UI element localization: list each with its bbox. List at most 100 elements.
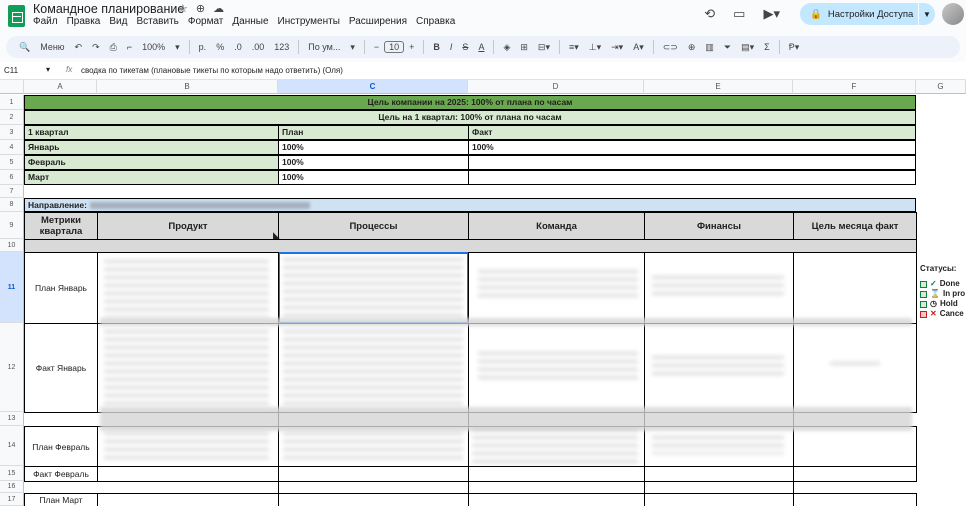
row-header[interactable]: 2 <box>0 110 24 125</box>
row-header[interactable]: 9 <box>0 212 24 239</box>
fact-feb-row[interactable] <box>97 466 917 482</box>
checkbox-icon[interactable] <box>920 280 927 288</box>
column-header-e[interactable]: E <box>644 80 793 94</box>
row-header[interactable]: 15 <box>0 466 24 481</box>
text-wrap-icon[interactable]: ⇥▾ <box>606 42 628 53</box>
redo-icon[interactable]: ↷ <box>87 42 105 53</box>
goal-year-cell[interactable]: Цель компании на 2025: 100% от плана по … <box>24 95 916 110</box>
text-rotation-icon[interactable]: A▾ <box>628 42 649 53</box>
row-label-plan-feb[interactable]: План Февраль <box>24 426 98 467</box>
chevron-down-icon[interactable]: ▾ <box>170 42 185 53</box>
zoom-select[interactable]: 100% <box>137 42 170 52</box>
select-all-corner[interactable] <box>0 80 24 94</box>
plan-mar-row[interactable] <box>97 493 917 506</box>
menu-edit[interactable]: Правка <box>67 16 101 27</box>
row-header[interactable]: 7 <box>0 185 24 198</box>
header-month-goal[interactable]: Цель месяца факт <box>793 212 917 240</box>
header-processes[interactable]: Процессы <box>278 212 469 240</box>
move-icon[interactable]: ⊕ <box>196 3 205 15</box>
month-name-cell[interactable]: Январь <box>24 140 279 155</box>
avatar[interactable] <box>942 3 964 25</box>
row-header[interactable]: 4 <box>0 140 24 155</box>
font-size-input[interactable]: 10 <box>384 41 405 53</box>
number-format-button[interactable]: 123 <box>269 42 294 52</box>
cloud-icon[interactable]: ☁ <box>213 3 224 15</box>
month-plan-cell[interactable]: 100% <box>278 155 469 170</box>
month-name-cell[interactable]: Март <box>24 170 279 185</box>
print-icon[interactable]: ⎙ <box>105 42 122 53</box>
month-fact-cell[interactable]: 100% <box>468 140 916 155</box>
document-title[interactable]: Командное планирование <box>33 2 184 16</box>
chevron-down-icon[interactable]: ▾ <box>345 42 360 53</box>
column-header-c[interactable]: C <box>278 80 468 94</box>
comment-icon[interactable]: ▭ <box>733 6 745 22</box>
row-header[interactable]: 5 <box>0 155 24 170</box>
italic-icon[interactable]: I <box>445 42 458 52</box>
header-spacer-row[interactable] <box>24 239 917 253</box>
functions-icon[interactable]: Σ <box>759 42 775 52</box>
filter-views-icon[interactable]: ▤▾ <box>736 42 759 53</box>
search-icon[interactable]: 🔍 <box>14 42 35 53</box>
sheets-logo-icon[interactable] <box>8 5 25 27</box>
checkbox-icon[interactable] <box>920 300 927 308</box>
menu-tools[interactable]: Инструменты <box>278 16 340 27</box>
checkbox-icon[interactable] <box>920 310 927 318</box>
star-icon[interactable]: ☆ <box>178 3 188 15</box>
menu-data[interactable]: Данные <box>232 16 268 27</box>
font-size-increase-icon[interactable]: + <box>404 42 419 52</box>
column-header-g[interactable]: G <box>916 80 966 94</box>
column-header-d[interactable]: D <box>468 80 644 94</box>
row-header[interactable]: 12 <box>0 323 24 412</box>
month-plan-cell[interactable]: 100% <box>278 170 469 185</box>
month-fact-cell[interactable] <box>468 170 916 185</box>
bold-icon[interactable]: B <box>428 42 445 52</box>
horizontal-align-icon[interactable]: ≡▾ <box>564 42 584 53</box>
row-header[interactable]: 10 <box>0 239 24 252</box>
filter-icon[interactable]: ⏷ <box>719 42 736 53</box>
paint-format-icon[interactable]: ⌐ <box>122 42 137 52</box>
menu-format[interactable]: Формат <box>188 16 224 27</box>
increase-decimal-button[interactable]: .00 <box>247 42 270 52</box>
percent-button[interactable]: % <box>211 42 229 52</box>
font-select[interactable]: По ум... <box>303 42 345 52</box>
menu-help[interactable]: Справка <box>416 16 455 27</box>
row-header[interactable]: 13 <box>0 412 24 426</box>
month-plan-cell[interactable]: 100% <box>278 140 469 155</box>
fact-header-cell[interactable]: Факт <box>468 125 916 140</box>
row-header[interactable]: 6 <box>0 170 24 185</box>
menu-extensions[interactable]: Расширения <box>349 16 407 27</box>
history-icon[interactable]: ⟲ <box>704 6 715 22</box>
column-header-f[interactable]: F <box>793 80 916 94</box>
row-header[interactable]: 8 <box>0 198 24 212</box>
row-header[interactable]: 16 <box>0 481 24 493</box>
row-label-fact-jan[interactable]: Факт Январь <box>24 323 98 413</box>
row-label-fact-feb[interactable]: Факт Февраль <box>24 466 98 482</box>
month-fact-cell[interactable] <box>468 155 916 170</box>
plan-header-cell[interactable]: План <box>278 125 469 140</box>
input-tools-icon[interactable]: Ᵽ▾ <box>784 42 805 53</box>
menu-search-label[interactable]: Меню <box>35 42 69 52</box>
vertical-align-icon[interactable]: ⊥▾ <box>584 42 606 53</box>
header-finance[interactable]: Финансы <box>644 212 794 240</box>
video-icon[interactable]: ▶▾ <box>763 6 780 22</box>
spreadsheet-grid[interactable]: A B C D E F G 1 2 3 4 5 6 7 8 9 10 11 12… <box>0 80 966 506</box>
decrease-decimal-button[interactable]: .0 <box>229 42 247 52</box>
text-color-icon[interactable]: A <box>473 42 489 52</box>
borders-icon[interactable]: ⊞ <box>515 42 533 53</box>
quarter-header-cell[interactable]: 1 квартал <box>24 125 279 140</box>
header-metrics[interactable]: Метрики квартала <box>24 212 98 240</box>
row-header[interactable]: 14 <box>0 426 24 466</box>
share-button[interactable]: 🔒 Настройки Доступа <box>800 3 918 25</box>
column-header-a[interactable]: A <box>24 80 97 94</box>
goal-q1-cell[interactable]: Цель на 1 квартал: 100% от плана по часа… <box>24 110 916 125</box>
formula-input[interactable]: сводка по тикетам (плановые тикеты по ко… <box>81 66 343 75</box>
strikethrough-icon[interactable]: S <box>457 42 473 52</box>
link-icon[interactable]: ⊂⊃ <box>658 42 683 53</box>
month-name-cell[interactable]: Февраль <box>24 155 279 170</box>
menu-file[interactable]: Файл <box>33 16 58 27</box>
share-dropdown-button[interactable]: ▼ <box>919 3 935 25</box>
checkbox-icon[interactable] <box>920 290 927 298</box>
font-size-decrease-icon[interactable]: − <box>369 42 384 52</box>
undo-icon[interactable]: ↶ <box>70 42 88 53</box>
row-label-plan-jan[interactable]: План Январь <box>24 252 98 324</box>
